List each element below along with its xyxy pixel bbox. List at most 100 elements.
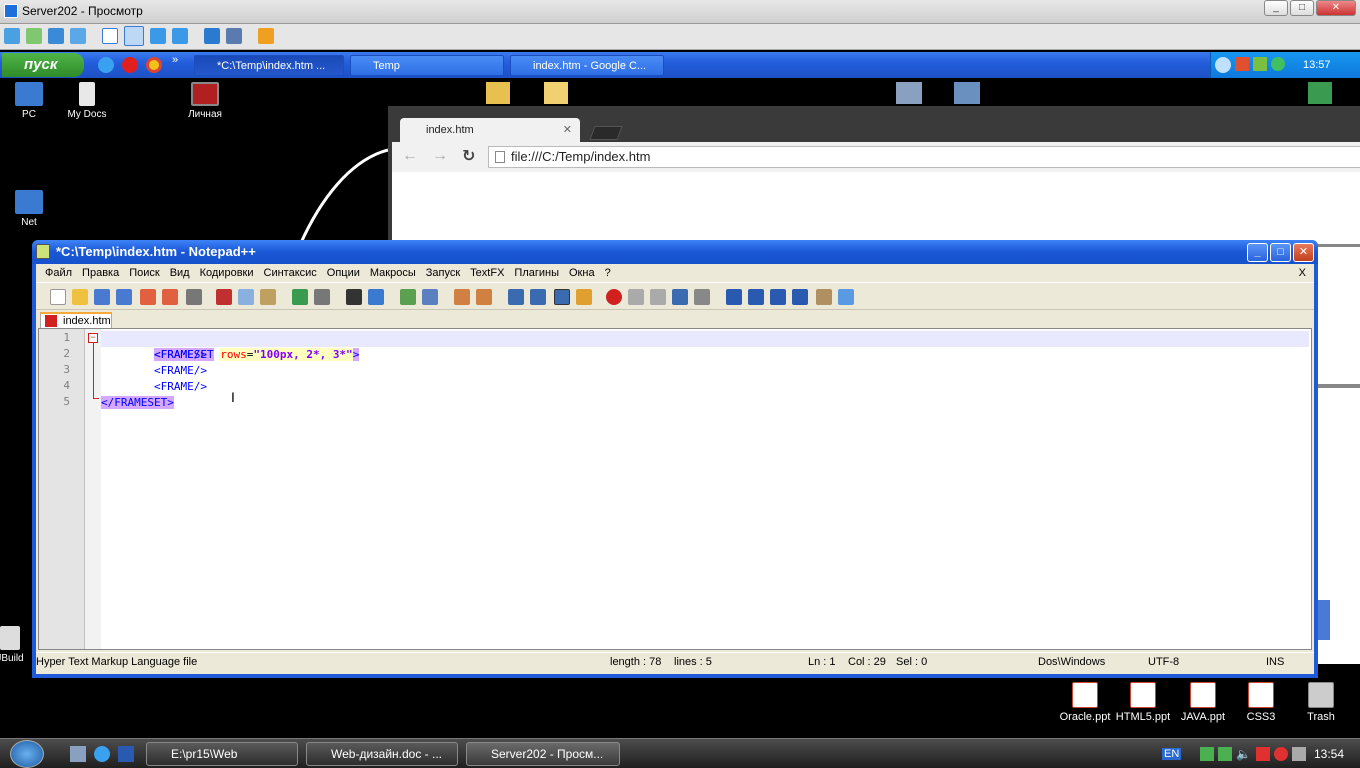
close-file-icon[interactable] — [140, 289, 156, 305]
desktop-trash[interactable]: Trash — [1286, 682, 1356, 723]
tray-back-icon[interactable] — [1215, 57, 1231, 73]
host-task-viewer[interactable]: Server202 - Просм... — [466, 742, 620, 766]
window-icon[interactable] — [102, 28, 118, 44]
clipboard-icon[interactable] — [816, 289, 832, 305]
word-wrap-icon[interactable] — [508, 289, 524, 305]
open-file-icon[interactable] — [72, 289, 88, 305]
tray-monitor-icon[interactable] — [1218, 747, 1232, 761]
start-button[interactable]: пуск — [2, 53, 84, 77]
save-icon[interactable] — [94, 289, 110, 305]
menu-encoding[interactable]: Кодировки — [195, 264, 259, 282]
run-macro-multiple-icon[interactable] — [672, 289, 688, 305]
new-tab-button[interactable] — [589, 126, 623, 140]
folder-star-icon[interactable] — [544, 82, 568, 104]
task-chrome[interactable]: index.htm - Google C... — [510, 55, 664, 76]
back-icon[interactable]: ← — [402, 147, 418, 165]
address-bar[interactable]: file:///C:/Temp/index.htm — [488, 146, 1360, 168]
word-quick-icon[interactable] — [118, 746, 134, 762]
tray-app2-icon[interactable] — [1253, 57, 1267, 71]
task-temp[interactable]: Temp — [350, 55, 504, 76]
notepad-close-button[interactable]: ✕ — [1293, 243, 1314, 262]
menu-run[interactable]: Запуск — [421, 264, 465, 282]
tab-close-icon[interactable]: ✕ — [563, 118, 572, 142]
tray-app-icon[interactable] — [1235, 57, 1249, 71]
indent-guide-icon[interactable] — [554, 289, 570, 305]
server-icon[interactable] — [896, 82, 922, 104]
paste-icon[interactable] — [260, 289, 276, 305]
task-notepad[interactable]: *C:\Temp\index.htm ... — [194, 55, 344, 76]
redo-icon[interactable] — [314, 289, 330, 305]
stop-macro-icon[interactable] — [628, 289, 644, 305]
host-lang[interactable]: EN — [1162, 748, 1182, 760]
menu-options[interactable]: Опции — [322, 264, 365, 282]
excel-icon[interactable] — [1308, 82, 1332, 104]
tray-app3-icon[interactable] — [1271, 57, 1285, 71]
background-window-button[interactable] — [1318, 600, 1330, 640]
explorer-quick-icon[interactable] — [70, 746, 86, 762]
copy-icon[interactable] — [238, 289, 254, 305]
disconnect-icon[interactable] — [258, 28, 274, 44]
folder-check-icon[interactable] — [486, 82, 510, 104]
host-task-folder[interactable]: E:\pr15\Web — [146, 742, 298, 766]
menu-plugins[interactable]: Плагины — [509, 264, 564, 282]
user-lang-icon[interactable] — [576, 289, 592, 305]
windows-start-orb[interactable] — [10, 740, 44, 768]
menu-edit[interactable]: Правка — [77, 264, 124, 282]
code-editor[interactable]: 1 2 3 4 5 − <FRAMESET rows="100px, 2*, 3… — [38, 328, 1312, 650]
notepad-minimize-button[interactable]: _ — [1247, 243, 1268, 262]
play-macro-icon[interactable] — [650, 289, 666, 305]
ie-icon[interactable] — [98, 57, 114, 73]
desktop-icon-private[interactable]: Личная — [173, 82, 237, 120]
menu-syntax[interactable]: Синтаксис — [259, 264, 322, 282]
spell-check-icon[interactable] — [838, 289, 854, 305]
save-all-icon[interactable] — [116, 289, 132, 305]
tools-icon[interactable] — [226, 28, 242, 44]
desktop-icon-pc[interactable]: PC — [0, 82, 61, 120]
host-task-word[interactable]: Web-дизайн.doc - ... — [306, 742, 458, 766]
chrome-icon[interactable] — [146, 57, 162, 73]
message-icon[interactable] — [70, 28, 86, 44]
ie-quick-icon[interactable] — [94, 746, 110, 762]
menu-windows[interactable]: Окна — [564, 264, 600, 282]
minimize-button[interactable]: _ — [1264, 0, 1288, 16]
cut-icon[interactable] — [216, 289, 232, 305]
fit-icon[interactable] — [172, 28, 188, 44]
menu-view[interactable]: Вид — [165, 264, 195, 282]
close-button[interactable]: ✕ — [1316, 0, 1356, 16]
menu-search[interactable]: Поиск — [124, 264, 164, 282]
close-all-icon[interactable] — [162, 289, 178, 305]
replace-icon[interactable] — [368, 289, 384, 305]
fold-minus-icon[interactable]: − — [88, 333, 98, 343]
desktop-icon-jbuild[interactable]: JBuild — [0, 626, 30, 664]
save-macro-icon[interactable] — [694, 289, 710, 305]
fullscreen-icon[interactable] — [124, 26, 144, 46]
move-down-icon[interactable] — [770, 289, 786, 305]
tray-tools-icon[interactable] — [1292, 747, 1306, 761]
sync-v-icon[interactable] — [454, 289, 470, 305]
screen-icon[interactable] — [4, 28, 20, 44]
opera-icon[interactable] — [122, 57, 138, 73]
tray-network-icon[interactable] — [1200, 747, 1214, 761]
zoom-in-icon[interactable] — [400, 289, 416, 305]
reload-icon[interactable]: ↻ — [462, 146, 475, 166]
monitor-icon[interactable] — [204, 28, 220, 44]
menu-textfx[interactable]: TextFX — [465, 264, 509, 282]
notepad-maximize-button[interactable]: □ — [1270, 243, 1291, 262]
chrome-tab[interactable]: index.htm ✕ — [400, 118, 580, 142]
volume-icon[interactable]: 🔈 — [1236, 747, 1251, 761]
move-up-icon[interactable] — [748, 289, 764, 305]
tray-shield-icon[interactable] — [1256, 747, 1270, 761]
show-all-chars-icon[interactable] — [530, 289, 546, 305]
menu-macros[interactable]: Макросы — [365, 264, 421, 282]
tray-opera-icon[interactable] — [1274, 747, 1288, 761]
network-tools-icon[interactable] — [954, 82, 980, 104]
desktop-icon-net[interactable]: Net — [0, 190, 61, 228]
maximize-button[interactable]: □ — [1290, 0, 1314, 16]
menu-file[interactable]: Файл — [40, 264, 77, 282]
print-icon[interactable] — [186, 289, 202, 305]
zoom-out-icon[interactable] — [422, 289, 438, 305]
sync-h-icon[interactable] — [476, 289, 492, 305]
menu-help[interactable]: ? — [600, 264, 616, 282]
scale-icon[interactable] — [150, 28, 166, 44]
fold-all-icon[interactable] — [726, 289, 742, 305]
